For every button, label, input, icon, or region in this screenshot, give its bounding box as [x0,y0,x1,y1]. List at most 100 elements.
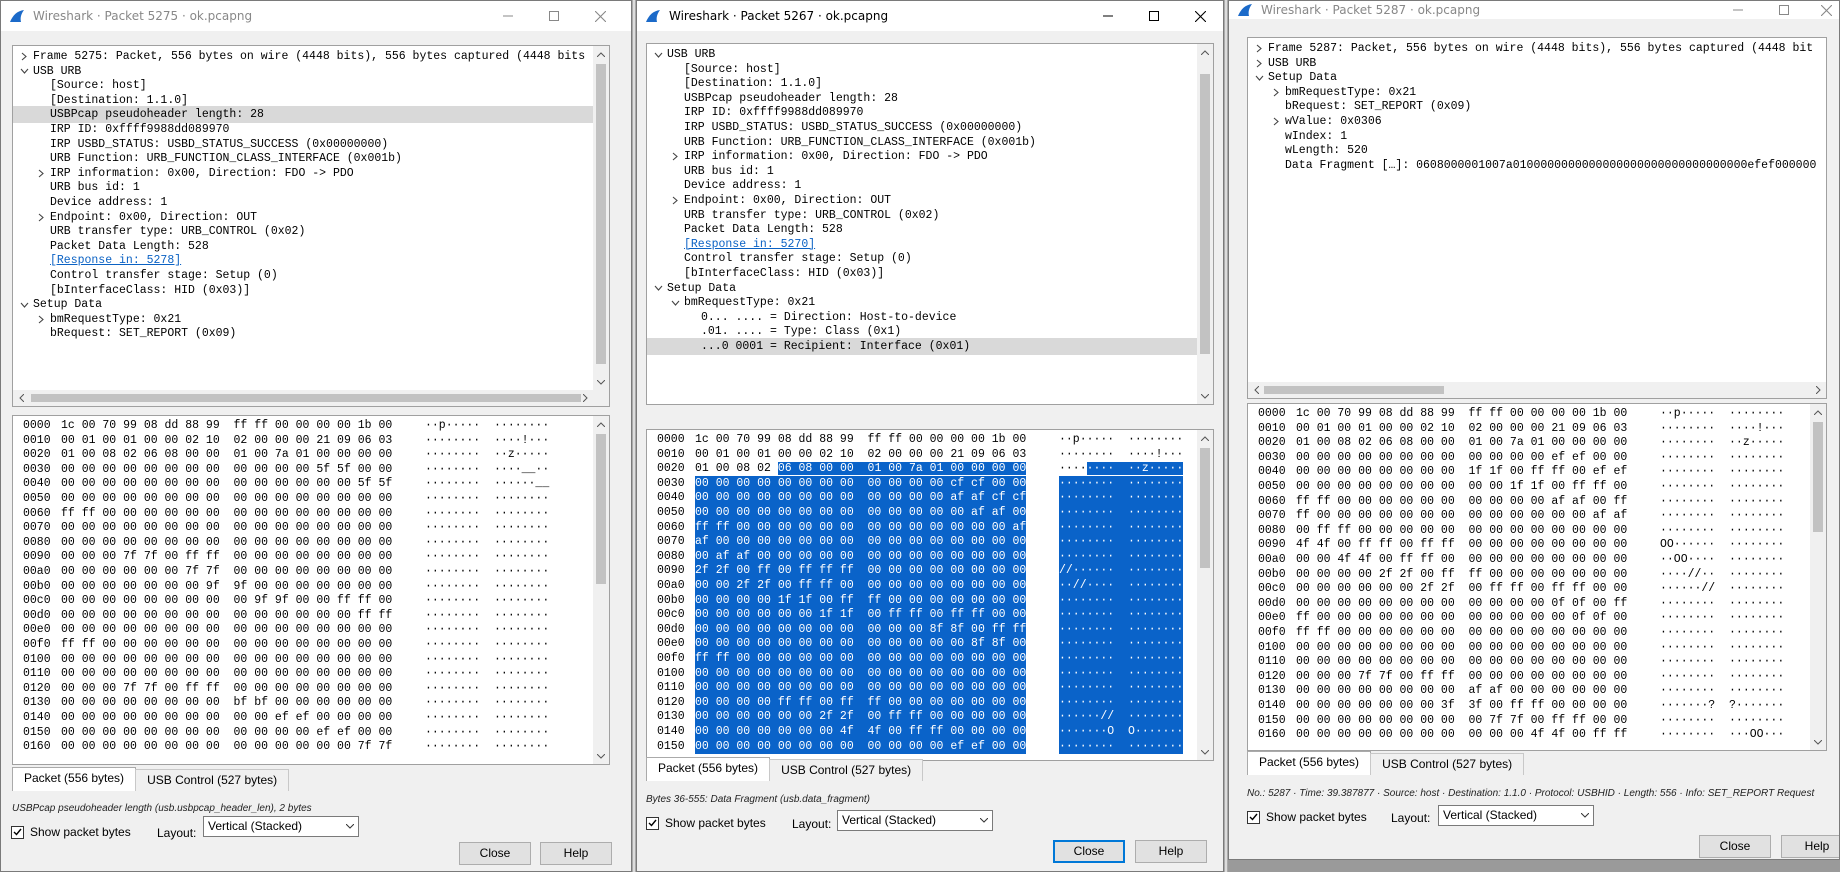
hex-row[interactable]: 0120 00 00 00 00 ff ff 00 ff ff 00 00 00 … [647,694,1197,710]
tree-vertical-scrollbar[interactable] [593,46,609,390]
show-packet-bytes-checkbox[interactable]: Show packet bytes [1247,810,1367,824]
hex-row[interactable]: 0070 ff 00 00 00 00 00 00 00 00 00 00 00 … [1248,508,1810,523]
hex-ascii[interactable]: ········ ········ [1660,479,1784,494]
scroll-down-arrow-icon[interactable] [593,748,609,764]
hex-row[interactable]: 0040 00 00 00 00 00 00 00 00 1f 1f 00 ff … [1248,464,1810,479]
hex-row[interactable]: 0100 00 00 00 00 00 00 00 00 00 00 00 00 … [647,665,1197,681]
hex-ascii[interactable]: ········ ········ [1059,519,1184,535]
hex-row[interactable]: 00a0 00 00 2f 2f 00 ff ff 00 00 00 00 00 … [647,578,1197,593]
maximize-button[interactable] [1131,1,1177,31]
bytes-vertical-scrollbar[interactable] [593,416,609,764]
hex-bytes[interactable]: 00 00 00 00 00 00 00 00 00 00 00 00 af a… [695,490,1027,506]
hex-bytes[interactable]: 00 01 00 01 00 00 02 10 02 00 00 00 21 0… [61,433,392,448]
scroll-down-arrow-icon[interactable] [1197,388,1213,404]
hex-row[interactable]: 00f0 ff ff 00 00 00 00 00 00 00 00 00 00 … [647,651,1197,666]
hex-ascii[interactable]: ········ ··z····· [1660,435,1784,450]
hex-row[interactable]: 0120 00 00 00 7f 7f 00 ff ff 00 00 00 00 … [1248,669,1810,684]
maximize-button[interactable] [1761,1,1807,19]
hex-ascii[interactable]: ········ ········ [425,491,549,506]
hex-bytes[interactable]: 00 00 00 00 00 00 00 00 00 00 00 8f 8f 0… [695,621,1027,637]
hex-ascii[interactable]: ····//·· ········ [1660,567,1784,582]
scrollbar-thumb[interactable] [31,394,581,402]
hex-bytes[interactable]: 00 00 00 00 00 00 00 4f 4f 00 ff ff 00 0… [695,724,1027,739]
hex-bytes[interactable]: af 00 00 00 00 00 00 00 00 00 00 00 00 0… [695,534,1027,550]
hex-ascii[interactable]: ········ ········ [1059,505,1184,520]
hex-bytes[interactable]: 00 00 00 00 1f 1f 00 ff ff 00 00 00 00 0… [695,592,1027,608]
hex-ascii[interactable]: ······// ········ [1059,709,1184,725]
bytes-vertical-scrollbar[interactable] [1810,404,1826,750]
hex-row[interactable]: 0010 00 01 00 01 00 00 02 10 02 00 00 00 … [1248,421,1810,436]
hex-bytes[interactable]: 4f 4f 00 ff ff 00 ff ff 00 00 00 00 00 0… [1296,537,1627,552]
hex-row[interactable]: 0090 4f 4f 00 ff ff 00 ff ff 00 00 00 00 … [1248,537,1810,552]
hex-ascii[interactable]: ········ ···OO··· [1660,727,1784,742]
hex-row[interactable]: 0160 00 00 00 00 00 00 00 00 00 00 00 00 … [13,739,593,754]
hex-ascii[interactable]: ········ ········ [1059,475,1184,491]
hex-row[interactable]: 0080 00 00 00 00 00 00 00 00 00 00 00 00 … [13,535,593,550]
close-window-button[interactable] [1803,1,1839,19]
hex-ascii[interactable]: ········ ··z····· [1059,461,1184,476]
tab-usb-control[interactable]: USB Control (527 bytes) [135,769,290,791]
scroll-right-arrow-icon[interactable] [1810,382,1826,398]
hex-ascii[interactable]: ········ ········ [1059,592,1184,608]
hex-bytes[interactable]: 00 00 00 00 00 00 00 00 00 00 00 00 00 0… [61,491,392,506]
scroll-left-arrow-icon[interactable] [1248,382,1264,398]
close-button[interactable]: Close [459,842,531,865]
hex-bytes[interactable]: 1c 00 70 99 08 dd 88 99 ff ff 00 00 00 0… [61,418,392,433]
hex-bytes[interactable]: 00 00 00 00 00 00 00 00 00 00 00 00 00 0… [61,666,392,681]
scroll-left-arrow-icon[interactable] [13,390,29,406]
hex-bytes[interactable]: 00 00 00 00 00 00 00 00 00 00 00 00 00 0… [1296,640,1627,655]
hex-row[interactable]: 0050 00 00 00 00 00 00 00 00 00 00 1f 1f … [1248,479,1810,494]
hex-ascii[interactable]: ········ ········ [425,579,549,594]
bytes-vertical-scrollbar[interactable] [1197,430,1213,760]
scroll-down-arrow-icon[interactable] [1810,734,1826,750]
hex-row[interactable]: 00d0 00 00 00 00 00 00 00 00 00 00 00 8f … [647,621,1197,637]
hex-bytes[interactable]: ff 00 00 00 00 00 00 00 00 00 00 00 00 0… [1296,508,1627,523]
scroll-down-arrow-icon[interactable] [1197,744,1213,760]
hex-bytes[interactable]: 00 00 00 00 00 00 00 00 00 00 00 00 00 a… [695,505,1027,520]
hex-bytes[interactable]: 00 00 00 7f 7f 00 ff ff 00 00 00 00 00 0… [61,681,392,696]
hex-ascii[interactable]: ········ ········ [425,666,549,681]
hex-bytes[interactable]: 00 01 00 01 00 00 02 10 02 00 00 00 21 0… [1296,421,1627,436]
tree-horizontal-scrollbar[interactable] [13,390,609,406]
hex-bytes[interactable]: 00 00 00 00 00 00 00 00 00 00 00 00 ef e… [695,738,1027,754]
hex-bytes[interactable]: 00 00 2f 2f 00 ff ff 00 00 00 00 00 00 0… [695,578,1027,593]
hex-row[interactable]: 00b0 00 00 00 00 00 00 00 9f 9f 00 00 00 … [13,579,593,594]
hex-row[interactable]: 00b0 00 00 00 00 2f 2f 00 ff ff 00 00 00 … [1248,567,1810,582]
scroll-up-arrow-icon[interactable] [593,416,609,432]
hex-ascii[interactable]: OO······ ········ [1660,537,1784,552]
hex-row[interactable]: 0090 2f 2f 00 ff 00 ff ff ff 00 00 00 00 … [647,563,1197,579]
tree-row[interactable]: ...0 0001 = Recipient: Interface (0x01) [647,338,1197,355]
hex-ascii[interactable]: ········ ········ [425,637,549,652]
close-window-button[interactable] [1177,1,1223,31]
hex-ascii[interactable]: ········ ······__ [425,476,549,491]
hex-bytes[interactable]: 00 00 00 00 2f 2f 00 ff ff 00 00 00 00 0… [1296,567,1627,582]
packet-details-tree[interactable]: Frame 5275: Packet, 556 bytes on wire (4… [12,45,610,407]
hex-bytes[interactable]: 00 00 00 7f 7f 00 ff ff 00 00 00 00 00 0… [61,549,392,564]
hex-row[interactable]: 0000 1c 00 70 99 08 dd 88 99 ff ff 00 00 … [647,432,1197,447]
hex-ascii[interactable]: ··//···· ········ [1059,578,1184,593]
hex-ascii[interactable]: ········ ········ [425,739,549,754]
help-button[interactable]: Help [1135,840,1207,863]
hex-row[interactable]: 0020 01 00 08 02 06 08 00 00 01 00 7a 01 … [13,447,593,462]
hex-ascii[interactable]: ········ ········ [1660,450,1784,465]
hex-row[interactable]: 0030 00 00 00 00 00 00 00 00 00 00 00 00 … [13,462,593,477]
hex-ascii[interactable]: ········ ········ [1059,651,1184,666]
hex-bytes[interactable]: 00 00 00 00 00 00 2f 2f 00 ff ff 00 ff f… [1296,581,1627,596]
tree-horizontal-scrollbar[interactable] [1248,382,1826,398]
hex-ascii[interactable]: ········ ········ [1059,490,1184,506]
hex-ascii[interactable]: ········ ········ [425,608,549,623]
hex-row[interactable]: 0040 00 00 00 00 00 00 00 00 00 00 00 00 … [13,476,593,491]
hex-ascii[interactable]: ········ ········ [425,506,549,521]
hex-row[interactable]: 00c0 00 00 00 00 00 00 1f 1f 00 ff ff 00 … [647,607,1197,623]
scrollbar-thumb[interactable] [1200,74,1210,354]
tree-row[interactable]: bRequest: SET_REPORT (0x09) [13,325,593,342]
hex-ascii[interactable]: ·······? ?······· [1660,698,1784,713]
hex-bytes[interactable]: 1c 00 70 99 08 dd 88 99 ff ff 00 00 00 0… [1296,406,1627,421]
hex-bytes[interactable]: 00 00 00 00 00 00 00 00 00 00 00 00 00 0… [61,520,392,535]
hex-row[interactable]: 0150 00 00 00 00 00 00 00 00 00 7f 7f 00 … [1248,713,1810,728]
hex-bytes[interactable]: 00 ff ff 00 00 00 00 00 00 00 00 00 00 0… [1296,523,1627,538]
hex-row[interactable]: 0060 ff ff 00 00 00 00 00 00 00 00 00 00 … [647,519,1197,535]
hex-row[interactable]: 00f0 ff ff 00 00 00 00 00 00 00 00 00 00 … [13,637,593,652]
scrollbar-thumb[interactable] [1813,422,1823,532]
hex-row[interactable]: 00c0 00 00 00 00 00 00 2f 2f 00 ff ff 00 … [1248,581,1810,596]
